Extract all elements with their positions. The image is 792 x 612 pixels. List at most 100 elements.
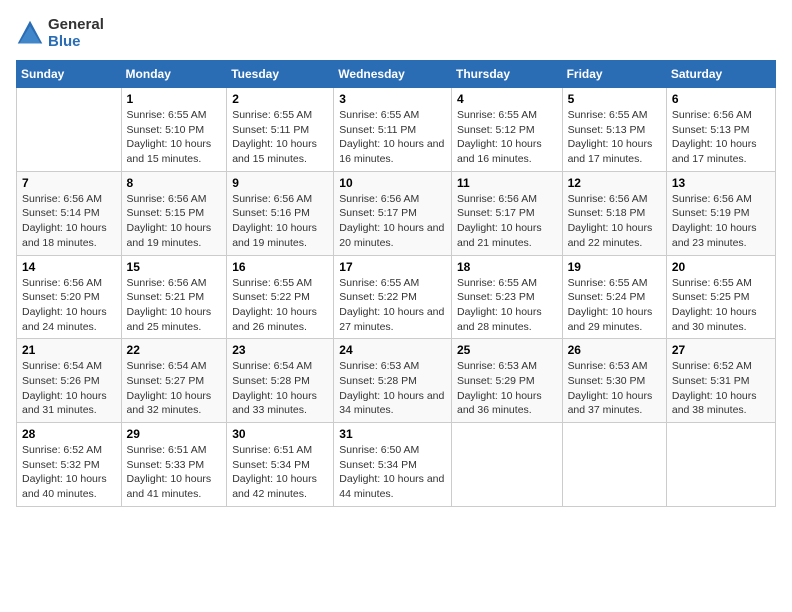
weekday-header-sunday: Sunday [17,61,122,88]
calendar-cell [17,88,122,172]
calendar-cell [562,423,666,507]
day-info: Sunrise: 6:54 AMSunset: 5:27 PMDaylight:… [127,359,222,418]
calendar-cell: 28 Sunrise: 6:52 AMSunset: 5:32 PMDaylig… [17,423,122,507]
calendar-week-row: 14 Sunrise: 6:56 AMSunset: 5:20 PMDaylig… [17,255,776,339]
calendar-cell: 15 Sunrise: 6:56 AMSunset: 5:21 PMDaylig… [121,255,227,339]
calendar-cell [666,423,775,507]
day-number: 7 [22,176,116,190]
day-number: 29 [127,427,222,441]
calendar-cell: 1 Sunrise: 6:55 AMSunset: 5:10 PMDayligh… [121,88,227,172]
day-info: Sunrise: 6:56 AMSunset: 5:14 PMDaylight:… [22,192,116,251]
day-info: Sunrise: 6:50 AMSunset: 5:34 PMDaylight:… [339,443,446,502]
day-info: Sunrise: 6:56 AMSunset: 5:17 PMDaylight:… [339,192,446,251]
day-number: 23 [232,343,328,357]
day-number: 17 [339,260,446,274]
day-info: Sunrise: 6:56 AMSunset: 5:17 PMDaylight:… [457,192,557,251]
day-info: Sunrise: 6:56 AMSunset: 5:18 PMDaylight:… [568,192,661,251]
day-info: Sunrise: 6:56 AMSunset: 5:19 PMDaylight:… [672,192,770,251]
day-number: 11 [457,176,557,190]
calendar-cell: 22 Sunrise: 6:54 AMSunset: 5:27 PMDaylig… [121,339,227,423]
calendar-cell: 9 Sunrise: 6:56 AMSunset: 5:16 PMDayligh… [227,171,334,255]
day-info: Sunrise: 6:55 AMSunset: 5:22 PMDaylight:… [339,276,446,335]
weekday-header-saturday: Saturday [666,61,775,88]
day-number: 18 [457,260,557,274]
calendar-cell: 31 Sunrise: 6:50 AMSunset: 5:34 PMDaylig… [334,423,452,507]
calendar-cell: 26 Sunrise: 6:53 AMSunset: 5:30 PMDaylig… [562,339,666,423]
day-number: 20 [672,260,770,274]
weekday-header-monday: Monday [121,61,227,88]
day-info: Sunrise: 6:55 AMSunset: 5:11 PMDaylight:… [339,108,446,167]
day-number: 8 [127,176,222,190]
day-info: Sunrise: 6:55 AMSunset: 5:10 PMDaylight:… [127,108,222,167]
calendar-week-row: 7 Sunrise: 6:56 AMSunset: 5:14 PMDayligh… [17,171,776,255]
calendar-cell: 30 Sunrise: 6:51 AMSunset: 5:34 PMDaylig… [227,423,334,507]
calendar-cell: 19 Sunrise: 6:55 AMSunset: 5:24 PMDaylig… [562,255,666,339]
calendar-cell: 14 Sunrise: 6:56 AMSunset: 5:20 PMDaylig… [17,255,122,339]
calendar-cell: 24 Sunrise: 6:53 AMSunset: 5:28 PMDaylig… [334,339,452,423]
day-number: 26 [568,343,661,357]
day-number: 4 [457,92,557,106]
day-number: 25 [457,343,557,357]
day-number: 16 [232,260,328,274]
day-number: 22 [127,343,222,357]
calendar-cell: 20 Sunrise: 6:55 AMSunset: 5:25 PMDaylig… [666,255,775,339]
day-number: 15 [127,260,222,274]
logo-text: General Blue [48,16,104,50]
calendar-cell: 21 Sunrise: 6:54 AMSunset: 5:26 PMDaylig… [17,339,122,423]
day-number: 12 [568,176,661,190]
day-number: 10 [339,176,446,190]
logo-icon [16,19,44,47]
day-number: 14 [22,260,116,274]
day-info: Sunrise: 6:56 AMSunset: 5:21 PMDaylight:… [127,276,222,335]
day-info: Sunrise: 6:55 AMSunset: 5:13 PMDaylight:… [568,108,661,167]
day-info: Sunrise: 6:56 AMSunset: 5:15 PMDaylight:… [127,192,222,251]
calendar-cell: 18 Sunrise: 6:55 AMSunset: 5:23 PMDaylig… [451,255,562,339]
calendar-cell: 7 Sunrise: 6:56 AMSunset: 5:14 PMDayligh… [17,171,122,255]
day-info: Sunrise: 6:53 AMSunset: 5:30 PMDaylight:… [568,359,661,418]
calendar-cell: 16 Sunrise: 6:55 AMSunset: 5:22 PMDaylig… [227,255,334,339]
day-number: 28 [22,427,116,441]
weekday-header-friday: Friday [562,61,666,88]
day-info: Sunrise: 6:56 AMSunset: 5:16 PMDaylight:… [232,192,328,251]
calendar-cell: 29 Sunrise: 6:51 AMSunset: 5:33 PMDaylig… [121,423,227,507]
weekday-header-tuesday: Tuesday [227,61,334,88]
logo: General Blue [16,16,104,50]
weekday-header-row: SundayMondayTuesdayWednesdayThursdayFrid… [17,61,776,88]
day-number: 3 [339,92,446,106]
calendar-cell: 4 Sunrise: 6:55 AMSunset: 5:12 PMDayligh… [451,88,562,172]
day-number: 27 [672,343,770,357]
day-number: 31 [339,427,446,441]
day-number: 30 [232,427,328,441]
day-number: 13 [672,176,770,190]
weekday-header-thursday: Thursday [451,61,562,88]
calendar-cell: 11 Sunrise: 6:56 AMSunset: 5:17 PMDaylig… [451,171,562,255]
day-info: Sunrise: 6:56 AMSunset: 5:13 PMDaylight:… [672,108,770,167]
calendar-cell: 5 Sunrise: 6:55 AMSunset: 5:13 PMDayligh… [562,88,666,172]
page-header: General Blue [16,16,776,50]
day-info: Sunrise: 6:54 AMSunset: 5:28 PMDaylight:… [232,359,328,418]
calendar-cell: 3 Sunrise: 6:55 AMSunset: 5:11 PMDayligh… [334,88,452,172]
day-number: 6 [672,92,770,106]
day-number: 2 [232,92,328,106]
day-info: Sunrise: 6:51 AMSunset: 5:34 PMDaylight:… [232,443,328,502]
day-info: Sunrise: 6:55 AMSunset: 5:23 PMDaylight:… [457,276,557,335]
day-number: 5 [568,92,661,106]
day-info: Sunrise: 6:52 AMSunset: 5:31 PMDaylight:… [672,359,770,418]
day-info: Sunrise: 6:56 AMSunset: 5:20 PMDaylight:… [22,276,116,335]
day-number: 19 [568,260,661,274]
day-info: Sunrise: 6:51 AMSunset: 5:33 PMDaylight:… [127,443,222,502]
calendar-week-row: 21 Sunrise: 6:54 AMSunset: 5:26 PMDaylig… [17,339,776,423]
calendar-week-row: 28 Sunrise: 6:52 AMSunset: 5:32 PMDaylig… [17,423,776,507]
day-number: 9 [232,176,328,190]
calendar-cell: 6 Sunrise: 6:56 AMSunset: 5:13 PMDayligh… [666,88,775,172]
weekday-header-wednesday: Wednesday [334,61,452,88]
day-info: Sunrise: 6:55 AMSunset: 5:12 PMDaylight:… [457,108,557,167]
day-info: Sunrise: 6:55 AMSunset: 5:22 PMDaylight:… [232,276,328,335]
calendar-cell: 12 Sunrise: 6:56 AMSunset: 5:18 PMDaylig… [562,171,666,255]
calendar-table: SundayMondayTuesdayWednesdayThursdayFrid… [16,60,776,507]
day-info: Sunrise: 6:55 AMSunset: 5:24 PMDaylight:… [568,276,661,335]
calendar-cell: 25 Sunrise: 6:53 AMSunset: 5:29 PMDaylig… [451,339,562,423]
day-info: Sunrise: 6:53 AMSunset: 5:28 PMDaylight:… [339,359,446,418]
calendar-cell: 2 Sunrise: 6:55 AMSunset: 5:11 PMDayligh… [227,88,334,172]
day-number: 24 [339,343,446,357]
